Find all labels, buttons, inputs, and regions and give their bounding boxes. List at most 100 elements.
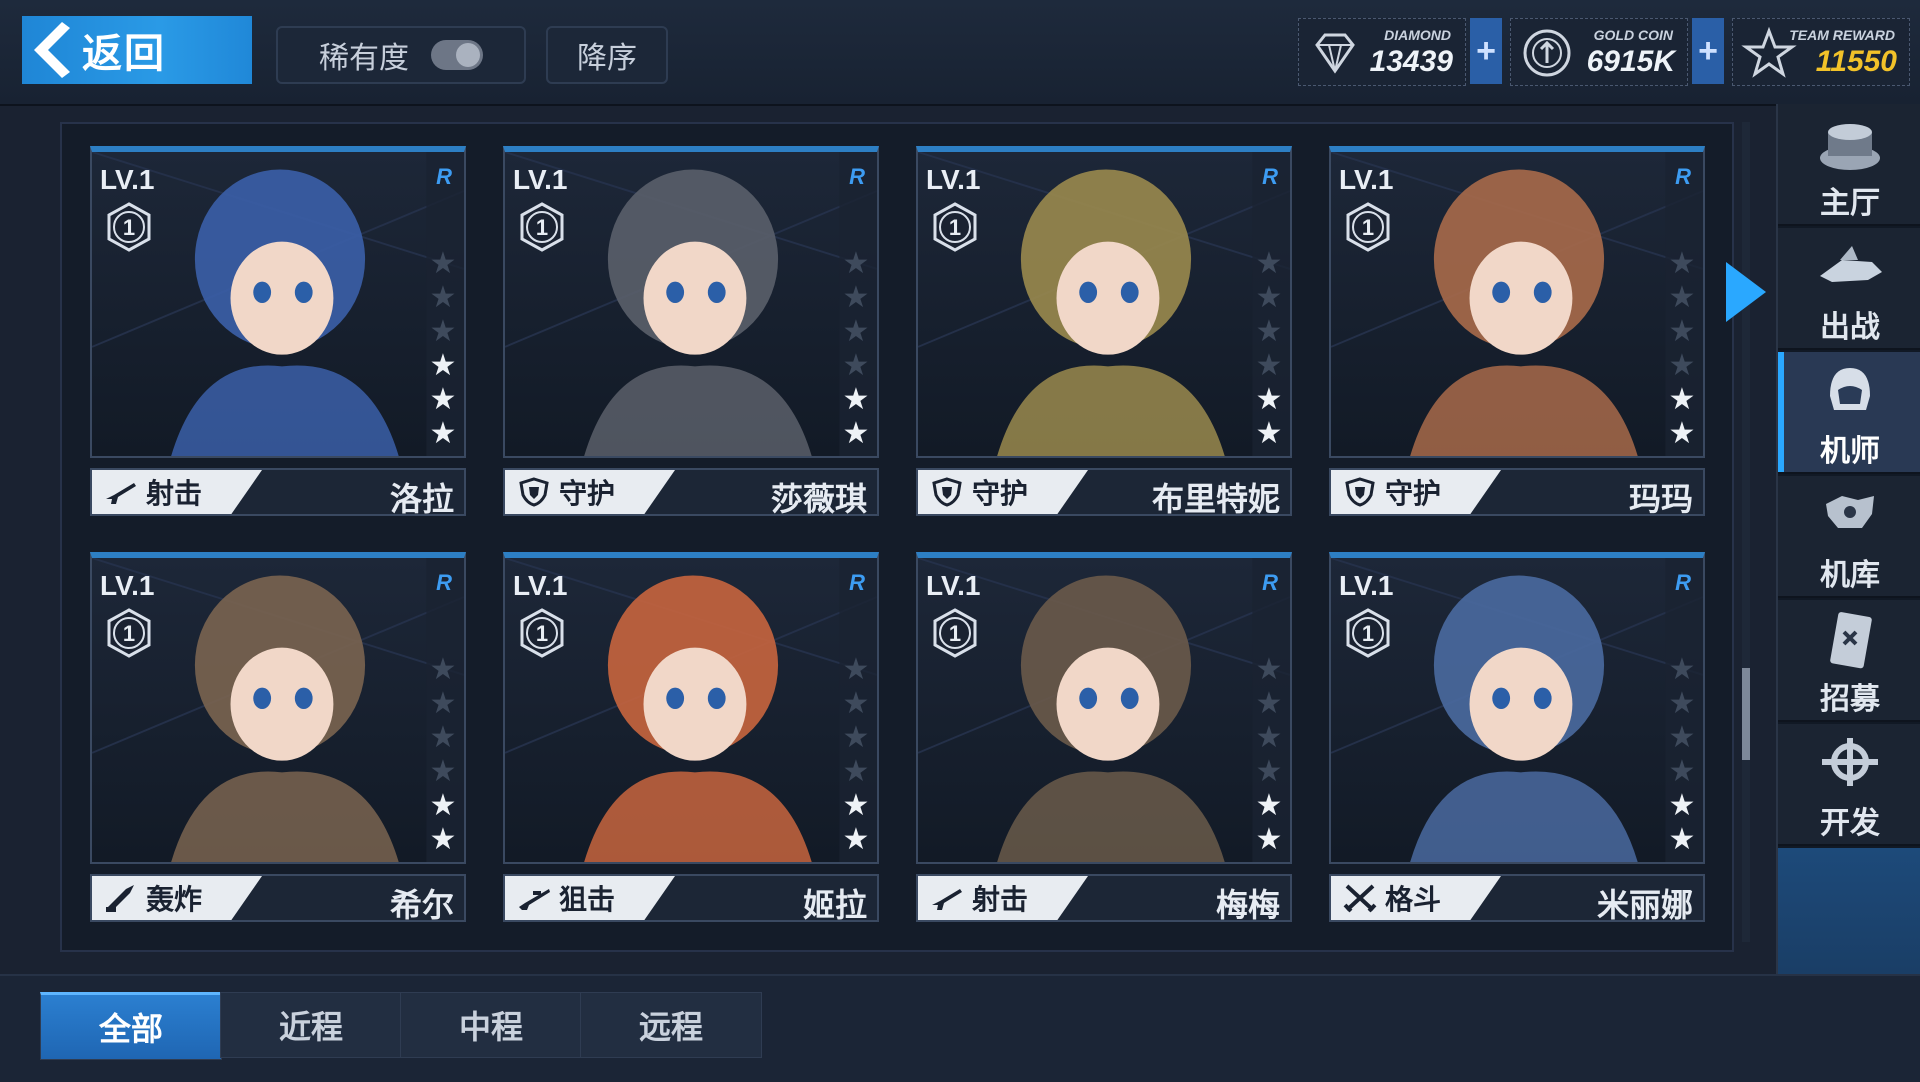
gold-caption: GOLD COIN bbox=[1593, 27, 1673, 43]
star-icon: ★ bbox=[842, 281, 870, 314]
tab-short-range[interactable]: 近程 bbox=[220, 992, 402, 1058]
nav-label: 主厅 bbox=[1820, 187, 1880, 220]
nav-label: 出战 bbox=[1820, 311, 1880, 344]
pilot-namebar: 轰炸 希尔 bbox=[90, 874, 466, 923]
rank-badge-number: 1 bbox=[536, 621, 548, 646]
star-icon: ★ bbox=[1668, 653, 1696, 686]
scrollbar-thumb[interactable] bbox=[1742, 668, 1750, 760]
pilot-namebar: 守护 玛玛 bbox=[1329, 468, 1705, 517]
star-icon: ★ bbox=[1255, 349, 1283, 382]
star-rating: ★ ★ ★ ★ ★ ★ bbox=[428, 248, 458, 450]
add-diamond-button[interactable]: + bbox=[1470, 18, 1502, 84]
pilot-illustration bbox=[918, 152, 1290, 456]
sniper-icon bbox=[517, 883, 551, 913]
pilot-illustration bbox=[918, 558, 1290, 862]
role-tag: 射击 bbox=[92, 470, 262, 514]
pilot-portrait: LV.1 1 R ★ ★ ★ ★ ★ ★ bbox=[1329, 146, 1705, 458]
star-icon: ★ bbox=[842, 247, 870, 280]
role-label: 守护 bbox=[1385, 478, 1442, 509]
star-rating: ★ ★ ★ ★ ★ ★ bbox=[1254, 654, 1284, 856]
arrow-right-icon bbox=[1726, 262, 1766, 322]
star-rating: ★ ★ ★ ★ ★ ★ bbox=[428, 654, 458, 856]
rank-badge-number: 1 bbox=[949, 215, 961, 240]
add-gold-button[interactable]: + bbox=[1692, 18, 1724, 84]
pilot-illustration bbox=[505, 558, 877, 862]
order-sort-button[interactable]: 降序 bbox=[546, 26, 668, 84]
nav-label: 机库 bbox=[1820, 559, 1880, 592]
pilot-level: LV.1 bbox=[513, 570, 568, 601]
top-bar: 返回 稀有度 降序 DIAMOND 13439 + GOLD COIN 6915… bbox=[0, 0, 1920, 106]
pilot-level: LV.1 bbox=[100, 164, 155, 195]
nav-item-hall[interactable]: 主厅 bbox=[1778, 104, 1920, 226]
nav-item-pilot[interactable]: 机师 bbox=[1778, 352, 1920, 474]
pilot-illustration bbox=[92, 152, 464, 456]
team-reward-value: 11550 bbox=[1815, 45, 1897, 78]
rank-badge-icon: 1 bbox=[933, 202, 977, 252]
rank-badge-icon: 1 bbox=[1346, 608, 1390, 658]
pilot-name: 姬拉 bbox=[802, 887, 867, 923]
team-reward-caption: TEAM REWARD bbox=[1789, 27, 1895, 43]
diamond-icon bbox=[1315, 33, 1355, 74]
rarity-tag: R bbox=[436, 570, 452, 595]
star-icon: ★ bbox=[842, 315, 870, 348]
pilot-card[interactable]: LV.1 1 R ★ ★ ★ ★ ★ ★ 格斗 米丽娜 bbox=[1329, 552, 1705, 923]
pilot-card[interactable]: LV.1 1 R ★ ★ ★ ★ ★ ★ 射击 洛拉 bbox=[90, 146, 466, 517]
rarity-tag: R bbox=[1262, 570, 1278, 595]
range-filter-bar: 全部 近程 中程 远程 bbox=[0, 974, 1920, 1082]
pilot-card[interactable]: LV.1 1 R ★ ★ ★ ★ ★ ★ 狙击 姬拉 bbox=[503, 552, 879, 923]
rank-badge-icon: 1 bbox=[107, 608, 151, 658]
tab-all[interactable]: 全部 bbox=[40, 992, 222, 1060]
star-rating: ★ ★ ★ ★ ★ ★ bbox=[1254, 248, 1284, 450]
nav-item-recruit[interactable]: 招募 bbox=[1778, 600, 1920, 722]
star-icon: ★ bbox=[429, 823, 457, 856]
swords-icon bbox=[1343, 883, 1377, 913]
nav-item-develop[interactable]: 开发 bbox=[1778, 724, 1920, 846]
tab-mid-range[interactable]: 中程 bbox=[400, 992, 582, 1058]
pilot-namebar: 狙击 姬拉 bbox=[503, 874, 879, 923]
pilot-card[interactable]: LV.1 1 R ★ ★ ★ ★ ★ ★ 射击 梅梅 bbox=[916, 552, 1292, 923]
pilot-card[interactable]: LV.1 1 R ★ ★ ★ ★ ★ ★ 守护 莎薇琪 bbox=[503, 146, 879, 517]
pilot-name: 希尔 bbox=[389, 887, 454, 923]
rarity-sort-toggle[interactable]: 稀有度 bbox=[276, 26, 526, 84]
scrollbar-track[interactable] bbox=[1742, 122, 1750, 942]
pilot-card[interactable]: LV.1 1 R ★ ★ ★ ★ ★ ★ 轰炸 希尔 bbox=[90, 552, 466, 923]
star-icon: ★ bbox=[1255, 383, 1283, 416]
star-icon: ★ bbox=[1255, 315, 1283, 348]
star-icon: ★ bbox=[1255, 789, 1283, 822]
nav-label: 开发 bbox=[1820, 807, 1880, 840]
star-icon: ★ bbox=[429, 653, 457, 686]
rank-badge-icon: 1 bbox=[107, 202, 151, 252]
pilot-portrait: LV.1 1 R ★ ★ ★ ★ ★ ★ bbox=[916, 552, 1292, 864]
toggle-switch[interactable] bbox=[431, 40, 483, 70]
diamond-counter: DIAMOND 13439 bbox=[1298, 18, 1466, 86]
rank-badge-number: 1 bbox=[1362, 215, 1374, 240]
rank-badge-icon: 1 bbox=[520, 608, 564, 658]
rank-badge-icon: 1 bbox=[933, 608, 977, 658]
gold-coin-icon bbox=[1523, 29, 1571, 77]
role-tag: 格斗 bbox=[1331, 876, 1501, 920]
pilot-name: 玛玛 bbox=[1628, 481, 1693, 517]
tab-long-range[interactable]: 远程 bbox=[580, 992, 762, 1058]
star-rating: ★ ★ ★ ★ ★ ★ bbox=[1667, 654, 1697, 856]
pilot-card[interactable]: LV.1 1 R ★ ★ ★ ★ ★ ★ 守护 布里特妮 bbox=[916, 146, 1292, 517]
pilot-illustration bbox=[92, 558, 464, 862]
back-button[interactable]: 返回 bbox=[22, 16, 252, 84]
role-label: 射击 bbox=[146, 478, 203, 509]
rank-badge-icon: 1 bbox=[520, 202, 564, 252]
rank-badge-number: 1 bbox=[949, 621, 961, 646]
pilot-namebar: 射击 梅梅 bbox=[916, 874, 1292, 923]
star-icon: ★ bbox=[1668, 281, 1696, 314]
star-icon: ★ bbox=[1668, 417, 1696, 450]
rank-badge-number: 1 bbox=[123, 621, 135, 646]
star-icon: ★ bbox=[1255, 823, 1283, 856]
pilot-card[interactable]: LV.1 1 R ★ ★ ★ ★ ★ ★ 守护 玛玛 bbox=[1329, 146, 1705, 517]
star-rating: ★ ★ ★ ★ ★ ★ bbox=[1667, 248, 1697, 450]
pilot-illustration bbox=[1331, 558, 1703, 862]
star-icon: ★ bbox=[429, 417, 457, 450]
back-label: 返回 bbox=[82, 32, 166, 76]
pilot-portrait: LV.1 1 R ★ ★ ★ ★ ★ ★ bbox=[503, 552, 879, 864]
nav-item-hangar[interactable]: 机库 bbox=[1778, 476, 1920, 598]
pilot-name: 米丽娜 bbox=[1596, 887, 1693, 923]
rarity-tag: R bbox=[1262, 164, 1278, 189]
nav-item-sortie[interactable]: 出战 bbox=[1778, 228, 1920, 350]
